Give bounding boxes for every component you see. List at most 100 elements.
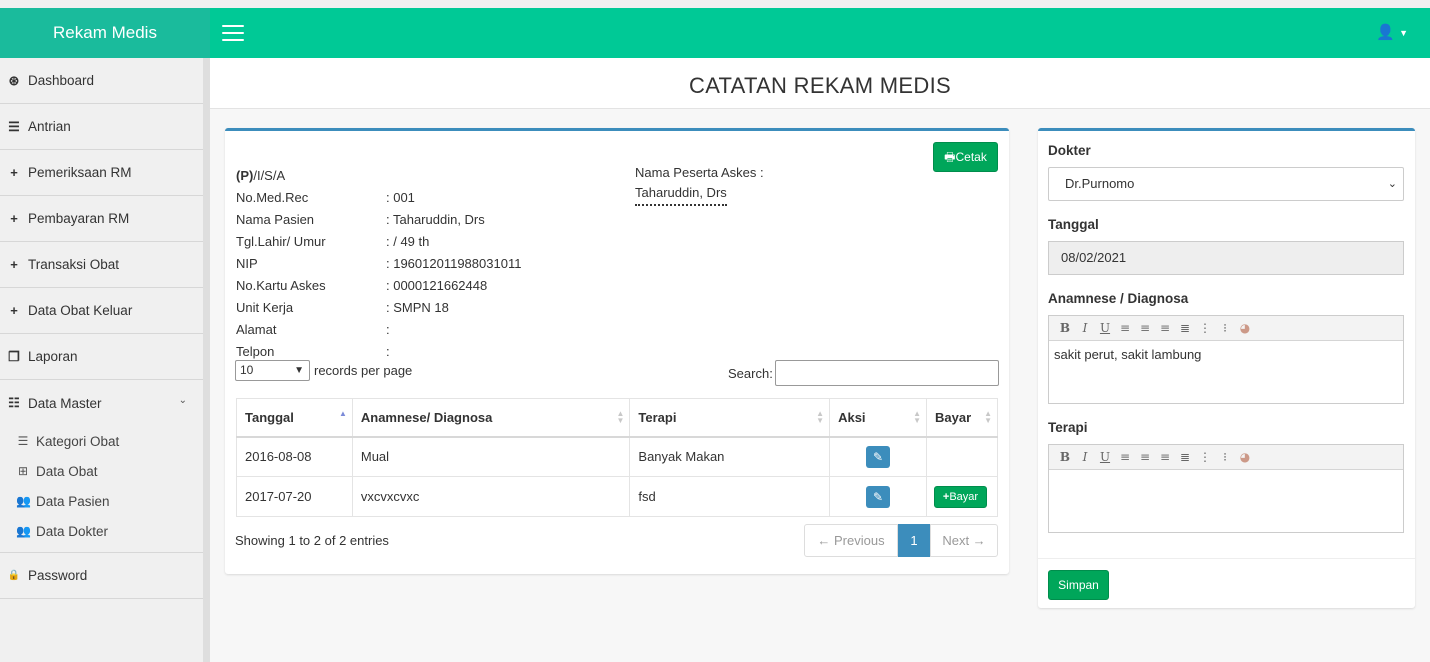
cell-aksi: ✎ [829, 476, 927, 517]
records-table: Tanggal ▲ Anamnese/ Diagnosa ▲ ▼ Terapi ▲ ▼ Aksi… [236, 398, 999, 517]
sidebar-item-pemeriksaan-rm[interactable]: + Pemeriksaan RM [0, 150, 203, 196]
unordered-list-icon[interactable]: ⁝ [1215, 321, 1235, 335]
align-left-icon[interactable]: ≡ [1115, 321, 1135, 335]
search-input[interactable] [774, 360, 999, 386]
info-label: Tgl.Lahir/ Umur [236, 234, 326, 249]
italic-icon[interactable]: I [1075, 450, 1095, 464]
doctor-label: Dokter [1048, 143, 1091, 158]
palette-icon[interactable]: ◕ [1235, 321, 1255, 335]
sidebar-item-data-obat-keluar[interactable]: + Data Obat Keluar [0, 288, 203, 334]
askes-info: Nama Peserta Askes : Taharuddin, Drs [635, 163, 764, 206]
bars-icon: ☰ [8, 118, 20, 134]
cell-tanggal: 2017-07-20 [236, 476, 353, 517]
print-button[interactable]: 🖶Cetak [933, 142, 998, 172]
unordered-list-icon[interactable]: ⁝ [1215, 450, 1235, 464]
editor-toolbar: B I U ≡ ≡ ≡ ≣ ⋮ ⁝ ◕ [1049, 316, 1403, 341]
patient-info: (P)/I/S/A No.Med.Rec: 001 Nama Pasien: Ta… [236, 165, 521, 363]
page-length-select[interactable]: 10 ▼ [235, 360, 310, 381]
submenu-item-kategori-obat[interactable]: ☰ Kategori Obat [16, 426, 203, 456]
cell-diagnosa: Mual [351, 436, 631, 477]
doctor-select[interactable]: Dr.Purnomo ⌄ [1048, 167, 1404, 201]
column-header-aksi[interactable]: Aksi ▲ ▼ [829, 398, 927, 438]
sidebar-item-data-master[interactable]: ☷ Data Master ⌄ [0, 380, 203, 426]
align-center-icon[interactable]: ≡ [1135, 321, 1155, 335]
align-center-icon[interactable]: ≡ [1135, 450, 1155, 464]
column-header-anamnese-diagnosa[interactable]: Anamnese/ Diagnosa ▲ ▼ [351, 398, 631, 438]
patient-info-row: No.Kartu Askes : 0000121662448 [236, 275, 521, 297]
terapi-editor[interactable]: B I U ≡ ≡ ≡ ≣ ⋮ ⁝ ◕ [1048, 444, 1404, 533]
cell-bayar: +Bayar [925, 476, 999, 517]
sidebar-item-laporan[interactable]: ❐ Laporan [0, 334, 203, 380]
edit-icon[interactable]: ✎ [866, 485, 891, 508]
align-right-icon[interactable]: ≡ [1155, 450, 1175, 464]
bold-icon[interactable]: B [1055, 321, 1075, 335]
sidebar-item-label: Password [28, 568, 88, 583]
bold-icon[interactable]: B [1055, 450, 1075, 464]
menu-toggle-icon[interactable] [222, 25, 244, 41]
sidebar-item-password[interactable]: 🔒 Password [0, 553, 203, 599]
app-brand[interactable]: Rekam Medis [0, 8, 210, 58]
cell-terapi: Banyak Makan [629, 436, 831, 477]
submenu-item-label: Kategori Obat [36, 433, 120, 449]
submenu-item-label: Data Obat [36, 463, 98, 479]
plus-icon: + [10, 303, 18, 318]
sidebar-item-label: Transaksi Obat [28, 257, 120, 272]
pay-button[interactable]: +Bayar [933, 485, 987, 508]
sidebar-item-label: Dashboard [28, 73, 95, 88]
edit-icon[interactable]: ✎ [866, 445, 891, 468]
submenu-item-label: Data Dokter [36, 523, 109, 539]
column-header-bayar[interactable]: Bayar ▲ ▼ [925, 398, 999, 438]
column-header-terapi[interactable]: Terapi ▲ ▼ [629, 398, 831, 438]
justify-icon[interactable]: ≣ [1175, 450, 1195, 464]
info-label: Nama Pasien [236, 212, 315, 227]
table-row: 2017-07-20 vxcvxcvxc fsd ✎ +Bayar [236, 476, 999, 517]
sort-icon: ▲ [338, 409, 347, 418]
terapi-content[interactable] [1049, 470, 1403, 532]
info-value: : Taharuddin, Drs [386, 212, 485, 227]
sort-icon: ▲ ▼ [984, 409, 992, 425]
palette-icon[interactable]: ◕ [1235, 450, 1255, 464]
copy-icon: ❐ [8, 348, 20, 364]
ordered-list-icon[interactable]: ⋮ [1195, 321, 1215, 335]
patient-info-row: No.Med.Rec: 001 [236, 187, 521, 209]
sidebar-item-label: Laporan [28, 349, 78, 364]
align-right-icon[interactable]: ≡ [1155, 321, 1175, 335]
underline-icon[interactable]: U [1095, 321, 1115, 335]
info-value: : 0000121662448 [386, 278, 488, 293]
info-label: Unit Kerja [236, 300, 294, 315]
terapi-label: Terapi [1048, 420, 1088, 435]
previous-page-button[interactable]: ← Previous [804, 524, 898, 557]
askes-name: Taharuddin, Drs [635, 183, 727, 206]
info-label: NIP [236, 256, 258, 271]
submenu-item-data-pasien[interactable]: 👥 Data Pasien [16, 486, 203, 516]
italic-icon[interactable]: I [1075, 321, 1095, 335]
date-field[interactable]: 08/02/2021 [1048, 241, 1404, 275]
page-1-button[interactable]: 1 [898, 524, 930, 557]
justify-icon[interactable]: ≣ [1175, 321, 1195, 335]
cell-tanggal: 2016-08-08 [236, 436, 353, 477]
info-value: : [386, 322, 390, 337]
submenu-item-data-dokter[interactable]: 👥 Data Dokter [16, 516, 203, 546]
sidebar-item-transaksi-obat[interactable]: + Transaksi Obat [0, 242, 203, 288]
save-button[interactable]: Simpan [1048, 570, 1109, 600]
column-header-tanggal[interactable]: Tanggal ▲ [236, 398, 353, 438]
sort-icon: ▲ ▼ [816, 409, 825, 425]
ordered-list-icon[interactable]: ⋮ [1195, 450, 1215, 464]
patient-info-row: Alamat: [236, 319, 521, 341]
info-label: No.Kartu Askes [236, 278, 326, 293]
info-value: : 001 [386, 190, 415, 205]
sidebar-item-antrian[interactable]: ☰ Antrian [0, 104, 203, 150]
next-page-button[interactable]: Next → [930, 524, 998, 557]
sidebar-item-label: Pembayaran RM [28, 211, 130, 226]
diagnosa-editor[interactable]: B I U ≡ ≡ ≡ ≣ ⋮ ⁝ ◕ sakit perut, sakit lambung [1048, 315, 1404, 404]
diagnosa-content[interactable]: sakit perut, sakit lambung [1049, 341, 1403, 403]
sidebar-item-dashboard[interactable]: ⊛ Dashboard [0, 58, 203, 104]
submenu-icon: 👥 [16, 494, 31, 508]
chevron-down-icon: ⌄ [1387, 178, 1397, 190]
sort-icon: ▲ ▼ [913, 409, 921, 425]
align-left-icon[interactable]: ≡ [1115, 450, 1135, 464]
sidebar-item-pembayaran-rm[interactable]: + Pembayaran RM [0, 196, 203, 242]
user-menu[interactable]: 👤 ▼ [1376, 23, 1408, 41]
underline-icon[interactable]: U [1095, 450, 1115, 464]
submenu-item-data-obat[interactable]: ⊞ Data Obat [16, 456, 203, 486]
